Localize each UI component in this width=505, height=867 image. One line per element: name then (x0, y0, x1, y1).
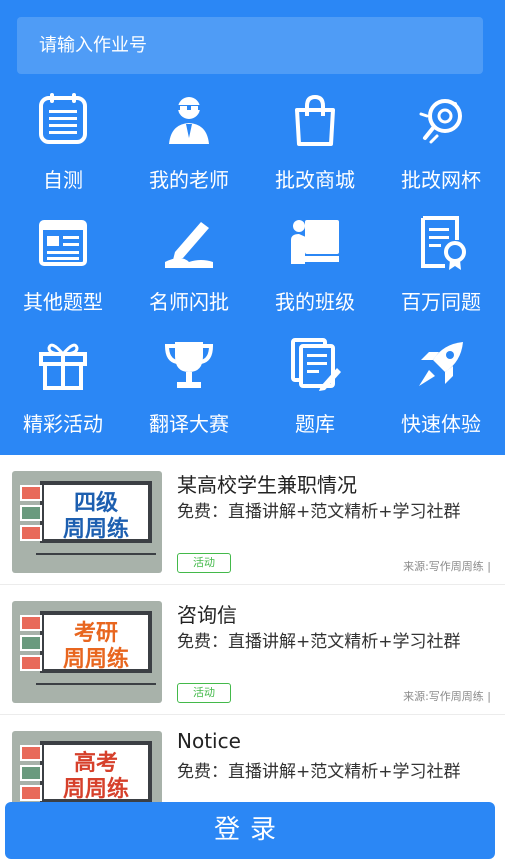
grid-item-label: 批改商城 (275, 168, 355, 192)
grid-item-quick-experience[interactable]: 快速体验 (378, 332, 504, 444)
article-title: Notice (177, 729, 241, 753)
grid-item-label: 自测 (43, 168, 83, 192)
grid-item-label: 名师闪批 (149, 290, 229, 314)
thumbnail-line2: 周周练 (62, 517, 129, 542)
documents-edit-icon (287, 336, 343, 392)
grid-item-translation-contest[interactable]: 翻译大赛 (126, 332, 252, 444)
gift-icon (35, 336, 91, 392)
grid-item-my-class[interactable]: 我的班级 (252, 210, 378, 322)
cup-icon (161, 336, 217, 392)
grid-item-label: 我的班级 (275, 290, 355, 314)
grid-item-question-bank[interactable]: 题库 (252, 332, 378, 444)
pencil-icon (161, 214, 217, 270)
grid-item-other-types[interactable]: 其他题型 (0, 210, 126, 322)
grid-item-events[interactable]: 精彩活动 (0, 332, 126, 444)
activity-tag: 活动 (177, 683, 231, 703)
grid-item-label: 其他题型 (23, 290, 103, 314)
grid-item-my-teacher[interactable]: 我的老师 (126, 88, 252, 200)
grid-item-self-test[interactable]: 自测 (0, 88, 126, 200)
trophy-badge-icon (413, 92, 469, 148)
grid-item-label: 批改网杯 (401, 168, 481, 192)
grid-item-label: 题库 (295, 412, 335, 436)
grid-item-pigai-cup[interactable]: 批改网杯 (378, 88, 504, 200)
grid-item-famous-teacher[interactable]: 名师闪批 (126, 210, 252, 322)
thumbnail-line2: 周周练 (62, 647, 129, 672)
grid-item-label: 快速体验 (401, 412, 481, 436)
grid-item-correction-mall[interactable]: 批改商城 (252, 88, 378, 200)
article-source: 来源:写作周周练 | (403, 690, 491, 703)
thumbnail-image: 考研 周周练 (12, 601, 162, 703)
login-button[interactable]: 登录 (5, 802, 495, 859)
article-title: 咨询信 (177, 603, 237, 627)
header-panel: 请输入作业号 自测 我的老师 批改商城 批改网杯 其他题型 名师闪批 我的班级 … (0, 0, 505, 455)
rocket-icon (413, 336, 469, 392)
article-description: 免费：直播讲解+范文精析+学习社群 (177, 762, 461, 782)
article-description: 免费：直播讲解+范文精析+学习社群 (177, 632, 461, 652)
thumbnail-line2: 周周练 (62, 777, 129, 802)
grid-item-label: 百万同题 (401, 290, 481, 314)
notepad-icon (35, 92, 91, 148)
grid-item-label: 精彩活动 (23, 412, 103, 436)
list-item[interactable]: 四级 周周练 某高校学生兼职情况 免费：直播讲解+范文精析+学习社群 活动 来源… (0, 455, 505, 585)
article-source: 来源:写作周周练 | (403, 560, 491, 573)
activity-tag: 活动 (177, 553, 231, 573)
thumbnail-image: 四级 周周练 (12, 471, 162, 573)
teacher-icon (161, 92, 217, 148)
classroom-icon (287, 214, 343, 270)
homework-number-input[interactable]: 请输入作业号 (17, 17, 483, 74)
grid-item-million-questions[interactable]: 百万同题 (378, 210, 504, 322)
article-description: 免费：直播讲解+范文精析+学习社群 (177, 502, 461, 522)
grid-item-label: 我的老师 (149, 168, 229, 192)
list-item[interactable]: 考研 周周练 咨询信 免费：直播讲解+范文精析+学习社群 活动 来源:写作周周练… (0, 585, 505, 715)
certificate-icon (413, 214, 469, 270)
grid-item-label: 翻译大赛 (149, 412, 229, 436)
shopping-bag-icon (287, 92, 343, 148)
article-title: 某高校学生兼职情况 (177, 473, 357, 497)
window-list-icon (35, 214, 91, 270)
